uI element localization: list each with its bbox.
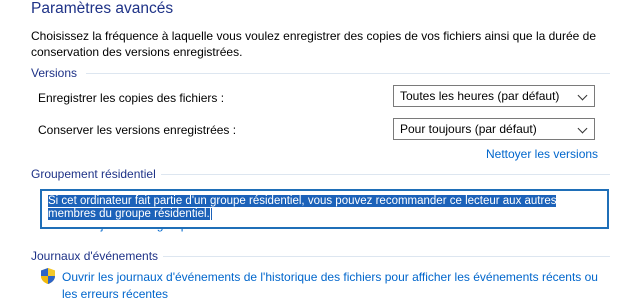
tooltip-text: Si cet ordinateur fait partie d'un group… [48, 195, 557, 221]
keep-versions-value: Pour toujours (par défaut) [400, 122, 537, 136]
save-copies-value: Toutes les heures (par défaut) [400, 89, 560, 103]
homegroup-heading: Groupement résidentiel [31, 167, 156, 181]
events-divider [163, 256, 610, 257]
versions-divider [86, 73, 610, 74]
keep-versions-label: Conserver les versions enregistrées : [38, 123, 237, 137]
keep-versions-select[interactable]: Pour toujours (par défaut) [393, 118, 595, 140]
page-title: Paramètres avancés [31, 0, 174, 17]
uac-shield-icon [40, 267, 56, 285]
homegroup-divider [161, 174, 610, 175]
save-copies-label: Enregistrer les copies des fichiers : [38, 91, 225, 105]
save-copies-select[interactable]: Toutes les heures (par défaut) [393, 85, 595, 107]
events-heading: Journaux d'événements [31, 249, 159, 263]
open-event-logs-link[interactable]: Ouvrir les journaux d'événements de l'hi… [62, 269, 602, 303]
cleanup-versions-link[interactable]: Nettoyer les versions [486, 147, 598, 161]
homegroup-tooltip: Si cet ordinateur fait partie d'un group… [40, 189, 609, 229]
text-cursor [210, 208, 212, 220]
versions-heading: Versions [31, 66, 78, 80]
chevron-down-icon [577, 90, 588, 101]
page-description: Choisissez la fréquence à laquelle vous … [31, 29, 596, 59]
chevron-down-icon [577, 123, 588, 134]
